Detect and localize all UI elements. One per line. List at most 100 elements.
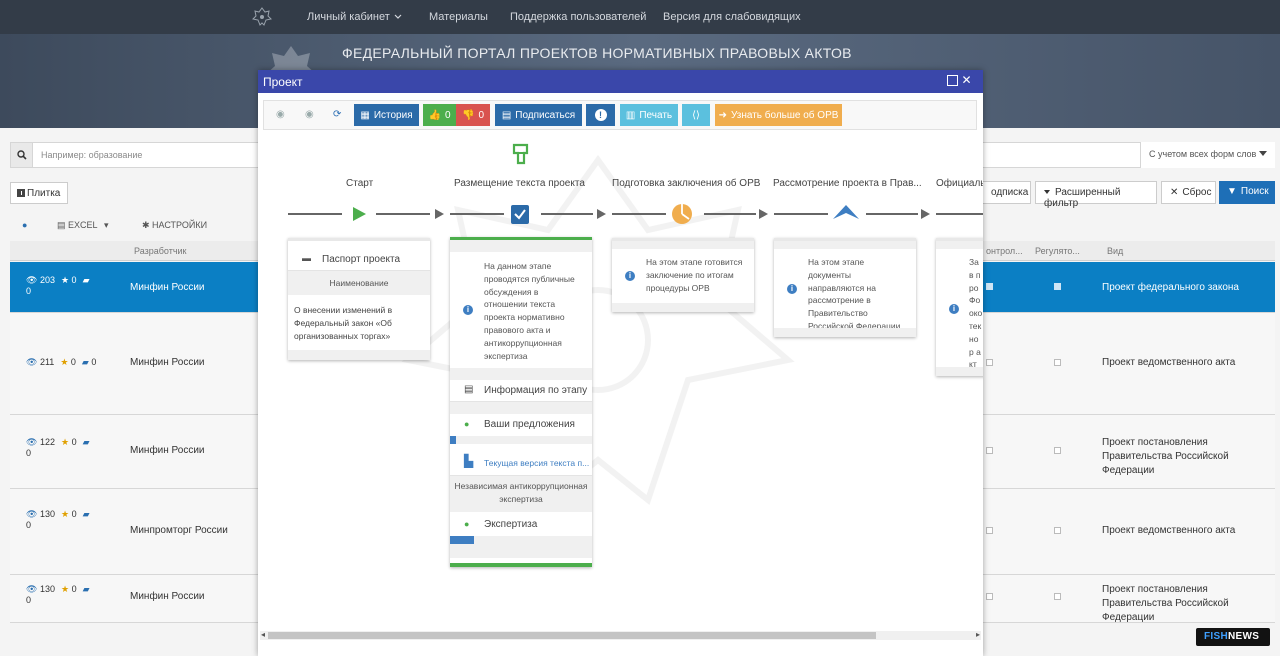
tile-view-label: Плитка	[27, 188, 61, 199]
close-icon: ✕	[1170, 187, 1179, 198]
nav-personal-account[interactable]: Личный кабинет	[307, 11, 390, 23]
comment-icon: ●	[464, 519, 470, 529]
row-stats: 👁 130 ★ 0 ▰ 0	[26, 584, 90, 605]
maximize-icon[interactable]	[947, 75, 958, 86]
control-checkbox[interactable]	[986, 283, 993, 290]
row-stats: 👁 122 ★ 0 ▰ 0	[26, 437, 90, 458]
reset-button[interactable]: ✕ Сброс	[1161, 181, 1216, 204]
comment-icon: ▰	[82, 509, 90, 519]
pie-chart-icon	[672, 204, 692, 224]
checklist-icon	[511, 205, 529, 224]
proposals-progress	[450, 436, 592, 444]
regulatory-checkbox[interactable]	[1054, 593, 1061, 600]
forward-icon[interactable]: ◉	[305, 109, 314, 120]
tile-view-button[interactable]: Плитка	[10, 182, 68, 204]
sign-in-icon: ➜	[718, 109, 727, 121]
morphology-select[interactable]: С учетом всех форм слов	[1140, 142, 1275, 168]
settings-button[interactable]: ✱ НАСТРОЙКИ	[142, 220, 207, 231]
proposals-row[interactable]: ● Ваши предложения	[450, 414, 592, 436]
horizontal-scrollbar[interactable]: ◂ ▸	[260, 630, 981, 640]
stage-info-row[interactable]: ▤ Информация по этапу	[450, 380, 592, 402]
developer-cell: Минфин России	[130, 591, 205, 602]
views-value: 130	[39, 509, 55, 519]
proposals-label: Ваши предложения	[484, 419, 575, 430]
search-icon[interactable]	[11, 143, 33, 167]
orv-info-text: На этом этапе готовится заключение по ит…	[646, 257, 743, 293]
official-stage-card: i Зав про Фо око тек нор акт	[936, 238, 983, 376]
share-button[interactable]: ⟨⟩	[682, 104, 710, 126]
search-button[interactable]: ▼ Поиск	[1219, 181, 1275, 204]
expertise-row[interactable]: ● Экспертиза	[450, 514, 592, 536]
close-icon[interactable]: ✕	[961, 74, 972, 86]
subscribe-icon: ▤	[501, 109, 512, 121]
timeline-connector	[936, 213, 983, 215]
eye-icon[interactable]: ●	[22, 220, 27, 230]
fishnews-logo-part2: NEWS	[1227, 631, 1260, 642]
regulatory-checkbox[interactable]	[1054, 447, 1061, 454]
scroll-right-icon[interactable]: ▸	[976, 630, 980, 639]
regulatory-checkbox[interactable]	[1054, 283, 1061, 290]
gear-icon: ✱	[142, 220, 153, 230]
regulatory-checkbox[interactable]	[1054, 359, 1061, 366]
settings-label: НАСТРОЙКИ	[152, 220, 208, 230]
extra-value: 0	[26, 286, 32, 296]
fishnews-logo-part1: FISH	[1204, 631, 1228, 642]
timeline-connector	[288, 213, 342, 215]
scrollbar-thumb[interactable]	[268, 632, 876, 639]
print-button[interactable]: ▥ Печать	[620, 104, 678, 126]
stage-info-label: Информация по этапу	[484, 385, 588, 396]
comment-icon: ▰	[82, 275, 90, 285]
extra-value: 0	[26, 595, 32, 605]
nav-accessible-version[interactable]: Версия для слабовидящих	[663, 11, 801, 23]
kind-cell: Проект постановления Правительства Росси…	[1102, 584, 1229, 623]
anticorruption-header: Независимая антикоррупционная экспертиза	[450, 476, 592, 512]
comment-count: ▰ 0	[81, 357, 97, 367]
column-regulatory[interactable]: Регулято...	[1035, 246, 1080, 256]
control-checkbox[interactable]	[986, 359, 993, 366]
info-button[interactable]: !	[586, 104, 615, 126]
info-icon: i	[463, 305, 473, 315]
control-checkbox[interactable]	[986, 593, 993, 600]
timeline-connector	[376, 213, 430, 215]
refresh-icon[interactable]: ⟳	[333, 109, 341, 120]
learn-more-button[interactable]: ➜ Узнать больше об ОРВ	[715, 104, 842, 126]
history-button[interactable]: ▦ История	[354, 104, 419, 126]
morphology-select-value: С учетом всех форм слов	[1149, 149, 1257, 159]
stage-title-placement: Размещение текста проекта	[454, 178, 585, 189]
regulatory-checkbox[interactable]	[1054, 527, 1061, 534]
passport-row[interactable]: ▬ Паспорт проекта	[288, 249, 430, 271]
caret-down-icon[interactable]: ▾	[104, 220, 109, 231]
arrow-right-icon	[759, 209, 768, 219]
current-version-label: Текущая версия текста п...	[484, 458, 590, 468]
views-count: 👁 203	[26, 275, 55, 285]
chevron-down-icon	[394, 14, 402, 19]
column-kind[interactable]: Вид	[1107, 246, 1123, 256]
subscribe-button[interactable]: ▤ Подписаться	[495, 104, 582, 126]
modal-header: Проект ✕	[258, 70, 983, 93]
control-checkbox[interactable]	[986, 527, 993, 534]
developer-cell: Минпромторг России	[130, 525, 228, 536]
scroll-left-icon[interactable]: ◂	[261, 630, 265, 639]
nav-materials[interactable]: Материалы	[429, 11, 488, 23]
thumbs-up-icon: 👍	[428, 109, 441, 121]
extra-value: 0	[26, 520, 32, 530]
current-version-row[interactable]: ▙ Текущая версия текста п...	[450, 450, 592, 476]
advanced-filter-button[interactable]: Расширенный фильтр	[1035, 181, 1157, 209]
views-value: 211	[39, 357, 55, 367]
project-toolbar: ◉ ◉ ⟳ ▦ История 👍 0 👎 0 ▤ Подписаться ! ▥ Печ…	[263, 100, 977, 130]
search-input[interactable]: Например: образование	[41, 150, 142, 160]
column-control[interactable]: онтрол...	[986, 246, 1023, 256]
control-checkbox[interactable]	[986, 447, 993, 454]
excel-export[interactable]: ▤ EXCEL	[57, 220, 98, 231]
timeline-connector	[612, 213, 666, 215]
like-button[interactable]: 👍 0	[423, 104, 456, 126]
subscription-filter-button[interactable]: одписка	[983, 181, 1031, 204]
back-icon[interactable]: ◉	[276, 109, 285, 120]
modal-title: Проект	[263, 75, 303, 89]
dislike-button[interactable]: 👎 0	[456, 104, 490, 126]
column-developer[interactable]: Разработчик	[134, 246, 186, 256]
nav-user-support[interactable]: Поддержка пользователей	[510, 11, 646, 23]
official-info-text: Зав про Фо око тек нор акт	[969, 257, 983, 370]
arrow-right-icon	[597, 209, 606, 219]
timeline-connector	[541, 213, 593, 215]
